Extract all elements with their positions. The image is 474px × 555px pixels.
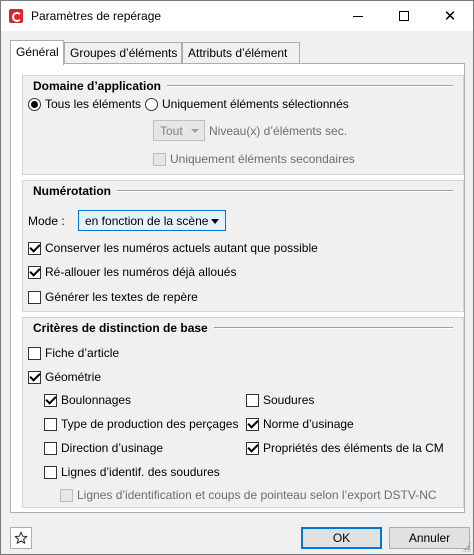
checkbox-checked-icon [28, 241, 41, 255]
divider [167, 85, 453, 87]
group-title: Domaine d’application [33, 79, 162, 93]
chevron-down-icon [211, 219, 219, 224]
tab-groupes-elements[interactable]: Groupes d’éléments [64, 42, 182, 63]
checkbox-label: Lignes d’identif. des soudures [61, 465, 220, 479]
cancel-button[interactable]: Annuler [389, 527, 470, 549]
level-label: Niveau(x) d’éléments sec. [209, 124, 347, 138]
checkbox-checked-icon [28, 265, 41, 279]
checkbox-checked-icon [44, 393, 57, 407]
checkbox-generate-texts[interactable]: Générer les textes de repère [28, 290, 198, 304]
checkbox-icon [246, 393, 259, 407]
checkbox-icon [44, 441, 57, 455]
checkbox-label: Type de production des perçages [61, 417, 239, 431]
radio-selected-elements[interactable]: Uniquement éléments sélectionnés [145, 97, 349, 111]
checkbox-reallocate[interactable]: Ré-allouer les numéros déjà alloués [28, 265, 236, 279]
checkbox-checked-icon [246, 441, 259, 455]
app-logo-icon [9, 9, 23, 23]
ok-button-label: OK [332, 531, 351, 545]
checkbox-boulonnages[interactable]: Boulonnages [44, 393, 131, 407]
group-header: Domaine d’application [23, 76, 463, 96]
mode-combo[interactable]: en fonction de la scène [78, 210, 226, 231]
checkbox-label: Direction d’usinage [61, 441, 164, 455]
mode-label-text: Mode : [28, 214, 65, 228]
radio-all-elements[interactable]: Tous les éléments [28, 97, 141, 111]
checkbox-label: Soudures [263, 393, 315, 407]
maximize-icon [399, 11, 409, 21]
radio-label: Uniquement éléments sélectionnés [162, 97, 349, 111]
maximize-button[interactable] [381, 1, 427, 31]
checkbox-checked-icon [28, 370, 41, 384]
tab-panel-general: Domaine d’application Tous les éléments … [10, 63, 465, 513]
checkbox-label: Lignes d’identification et coups de poin… [77, 488, 437, 502]
checkbox-direction-usinage[interactable]: Direction d’usinage [44, 441, 163, 455]
checkbox-icon [28, 290, 41, 304]
dialog-window: Paramètres de repérage ✕ Général Groupes… [0, 0, 474, 555]
group-header: Critères de distinction de base [23, 318, 463, 338]
checkbox-norme-usinage[interactable]: Norme d’usinage [246, 417, 354, 431]
checkbox-lignes-soudures[interactable]: Lignes d’identif. des soudures [44, 465, 220, 479]
mode-label: Mode : [28, 214, 65, 228]
group-criteres-distinction: Critères de distinction de base Fiche d’… [22, 317, 464, 508]
checkbox-label: Propriétés des éléments de la CM [263, 441, 444, 455]
checkbox-icon [153, 152, 166, 166]
group-domaine-application: Domaine d’application Tous les éléments … [22, 75, 464, 175]
group-numerotation: Numérotation Mode : en fonction de la sc… [22, 180, 464, 312]
minimize-icon [353, 15, 363, 17]
checkbox-fiche-article[interactable]: Fiche d’article [28, 346, 119, 360]
checkbox-label: Boulonnages [61, 393, 132, 407]
group-title: Numérotation [33, 184, 111, 198]
checkbox-secondary-only[interactable]: Uniquement éléments secondaires [153, 152, 355, 166]
checkbox-proprietes-cm[interactable]: Propriétés des éléments de la CM [246, 441, 444, 455]
radio-label: Tous les éléments [45, 97, 142, 111]
checkbox-lignes-dstv[interactable]: Lignes d’identification et coups de poin… [60, 488, 437, 502]
level-combo[interactable]: Tout [153, 120, 205, 141]
checkbox-icon [60, 488, 73, 502]
radio-checked-icon [28, 97, 41, 111]
checkbox-label: Ré-allouer les numéros déjà alloués [45, 265, 237, 279]
tab-attributs-element[interactable]: Attributs d’élément [182, 42, 300, 63]
title-bar: Paramètres de repérage ✕ [1, 1, 473, 31]
checkbox-label: Géométrie [45, 370, 102, 384]
checkbox-label: Fiche d’article [45, 346, 120, 360]
tab-general[interactable]: Général [10, 40, 64, 65]
mode-combo-value: en fonction de la scène [85, 213, 209, 228]
close-icon: ✕ [443, 8, 457, 25]
checkbox-label: Norme d’usinage [263, 417, 354, 431]
checkbox-geometrie[interactable]: Géométrie [28, 370, 101, 384]
level-label-text: Niveau(x) d’éléments sec. [209, 124, 348, 138]
checkbox-icon [44, 465, 57, 479]
favorites-button[interactable] [10, 527, 32, 549]
checkbox-label: Uniquement éléments secondaires [170, 152, 355, 166]
ok-button[interactable]: OK [301, 527, 382, 549]
group-header: Numérotation [23, 181, 463, 201]
checkbox-label: Conserver les numéros actuels autant que… [45, 241, 318, 255]
level-combo-value: Tout [160, 123, 183, 138]
window-title: Paramètres de repérage [31, 9, 162, 23]
divider [213, 327, 453, 329]
checkbox-checked-icon [246, 417, 259, 431]
chevron-down-icon [191, 129, 199, 133]
checkbox-icon [44, 417, 57, 431]
close-button[interactable]: ✕ [427, 1, 473, 31]
divider [117, 190, 453, 192]
cancel-button-label: Annuler [408, 531, 451, 545]
checkbox-icon [28, 346, 41, 360]
checkbox-soudures[interactable]: Soudures [246, 393, 314, 407]
checkbox-type-percages[interactable]: Type de production des perçages [44, 417, 238, 431]
checkbox-label: Générer les textes de repère [45, 290, 198, 304]
radio-unchecked-icon [145, 97, 158, 111]
group-title: Critères de distinction de base [33, 321, 208, 335]
star-icon [14, 531, 28, 544]
checkbox-keep-numbers[interactable]: Conserver les numéros actuels autant que… [28, 241, 318, 255]
minimize-button[interactable] [335, 1, 381, 31]
